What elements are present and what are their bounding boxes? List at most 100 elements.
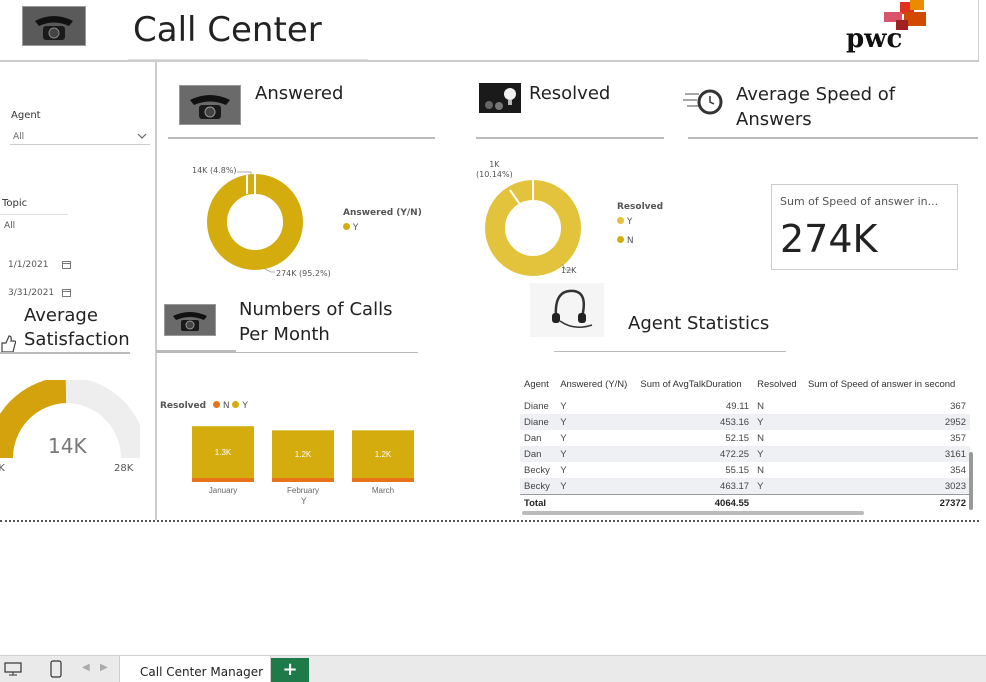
agent-stats-table-wrap[interactable]: Agent Answered (Y/N) Sum of AvgTalkDurat… [520, 377, 972, 515]
table-cell: Y [753, 478, 804, 495]
resolved-legend-item-n: N [617, 236, 634, 246]
prev-page-icon[interactable]: ◀ [82, 662, 90, 673]
table-cell: Diane [520, 414, 557, 430]
resolved-legend-label-y: Y [626, 217, 633, 227]
table-cell: 367 [950, 400, 966, 412]
table-cell: Dan [520, 446, 557, 462]
table-cell: 463.17 [636, 478, 754, 495]
speed-title: Average Speed of Answers [736, 82, 895, 132]
gauge-max-label: 28K [114, 463, 134, 474]
table-total-row: Total 4064.55 27372 [520, 494, 970, 512]
speed-card-value: 274K [780, 217, 878, 261]
answered-donut [207, 171, 303, 273]
agent-stats-table: Agent Answered (Y/N) Sum of AvgTalkDurat… [520, 377, 970, 511]
total-label: Total [524, 497, 546, 509]
table-cell: Y [560, 464, 567, 476]
agent-dropdown[interactable]: All [10, 128, 150, 145]
resolved-label-large: 12K [561, 266, 577, 275]
satisfaction-title-line2: Satisfaction [24, 329, 130, 350]
table-row[interactable]: Dan Y 472.25 Y 3161 [520, 446, 970, 462]
table-cell: Becky [524, 464, 550, 476]
table-row[interactable]: Becky Y 463.17 Y 3023 [520, 478, 970, 495]
column-header-agent[interactable]: Agent [520, 377, 556, 392]
chevron-down-icon [137, 133, 147, 139]
table-row[interactable]: Diane Y 453.16 Y 2952 [520, 414, 970, 430]
column-header-answered[interactable]: Answered (Y/N) [556, 377, 636, 392]
table-cell: Becky [520, 478, 557, 495]
x-tick-label: February [287, 486, 319, 495]
calls-axis-label: Y [301, 497, 307, 507]
bar-n-january[interactable] [192, 478, 254, 482]
column-header-resolved[interactable]: Resolved [753, 377, 804, 392]
phone-layout-icon[interactable] [50, 660, 62, 678]
calendar-icon[interactable] [62, 260, 71, 269]
total-cell [753, 495, 804, 512]
resolved-legend-title: Resolved [617, 202, 664, 212]
legend-dot-icon [617, 217, 624, 224]
table-vertical-scrollbar[interactable] [969, 452, 973, 510]
headset-image [530, 283, 604, 337]
table-cell: Y [753, 446, 804, 462]
table-cell: 3161 [803, 446, 970, 462]
table-cell: 2952 [803, 414, 970, 430]
gauge-value: 14K [48, 434, 87, 458]
calls-title: Numbers of Calls Per Month [239, 297, 392, 347]
answered-legend-item: Y [343, 223, 358, 233]
next-page-icon[interactable]: ▶ [100, 662, 108, 673]
answered-image [179, 85, 241, 125]
legend-dot-icon [343, 223, 350, 230]
column-header-talk-duration[interactable]: Sum of AvgTalkDuration [636, 377, 753, 392]
table-horizontal-scrollbar[interactable] [522, 511, 864, 515]
resolved-label-small: 1K (10.14%) [476, 160, 513, 180]
date-start-input[interactable]: 1/1/2021 [2, 256, 74, 274]
table-row[interactable]: Becky Y 55.15 N 354 [520, 462, 970, 478]
desktop-icon[interactable] [4, 662, 22, 676]
answered-legend-label: Y [352, 223, 359, 233]
resolved-slice-y [485, 180, 581, 276]
total-speed: 27372 [939, 497, 966, 509]
table-cell: Y [560, 432, 567, 444]
calendar-icon[interactable] [62, 288, 71, 297]
speed-card[interactable]: Sum of Speed of answer in... 274K [771, 184, 958, 270]
gauge-min-label: 0K [0, 463, 5, 474]
legend-dot-icon [617, 236, 624, 243]
table-row[interactable]: Diane Y 49.11 N 367 [520, 398, 970, 414]
column-header-speed[interactable]: Sum of Speed of answer in second [804, 377, 970, 392]
total-cell [556, 495, 636, 512]
telephone-icon [180, 86, 240, 124]
resolved-label-small-line1: 1K [489, 160, 500, 169]
satisfaction-title: Average Satisfaction [24, 304, 130, 352]
lightbulb-icon [479, 83, 521, 113]
table-cell: 354 [950, 464, 966, 476]
table-cell: 49.11 [726, 400, 750, 412]
calls-title-line1: Numbers of Calls [239, 299, 393, 320]
page-tab-call-center-manager[interactable]: Call Center Manager [119, 656, 271, 682]
legend-dot-icon [212, 401, 220, 408]
speed-card-label: Sum of Speed of answer in... [780, 195, 939, 208]
answered-slice-y [207, 174, 303, 270]
table-cell: Dan [524, 432, 542, 444]
bar-n-march[interactable] [352, 478, 414, 482]
table-row[interactable]: Dan Y 52.15 N 357 [520, 430, 970, 446]
page-title: Call Center [133, 10, 322, 50]
satisfaction-title-line1: Average [24, 305, 98, 326]
calls-image [164, 304, 216, 336]
x-tick-label: January [209, 486, 237, 495]
telephone-icon [165, 305, 215, 335]
table-cell: 3023 [803, 478, 970, 495]
date-start-value: 1/1/2021 [8, 260, 49, 270]
telephone-icon [23, 7, 85, 45]
table-cell: 453.16 [636, 414, 754, 430]
calls-legend-title: Resolved [160, 401, 207, 411]
topic-filter-value[interactable]: All [4, 221, 15, 231]
table-cell: Y [560, 400, 567, 412]
bar-n-february[interactable] [272, 478, 334, 482]
add-page-button[interactable]: + [271, 658, 309, 682]
calls-legend-n: N [222, 401, 230, 411]
table-cell: Y [556, 414, 637, 430]
table-cell: 472.25 [636, 446, 754, 462]
topic-filter-label: Topic [2, 198, 28, 209]
table-cell: N [757, 464, 764, 476]
calls-legend: Resolved N Y [160, 401, 248, 411]
page-tab-label: Call Center Manager [140, 665, 264, 679]
